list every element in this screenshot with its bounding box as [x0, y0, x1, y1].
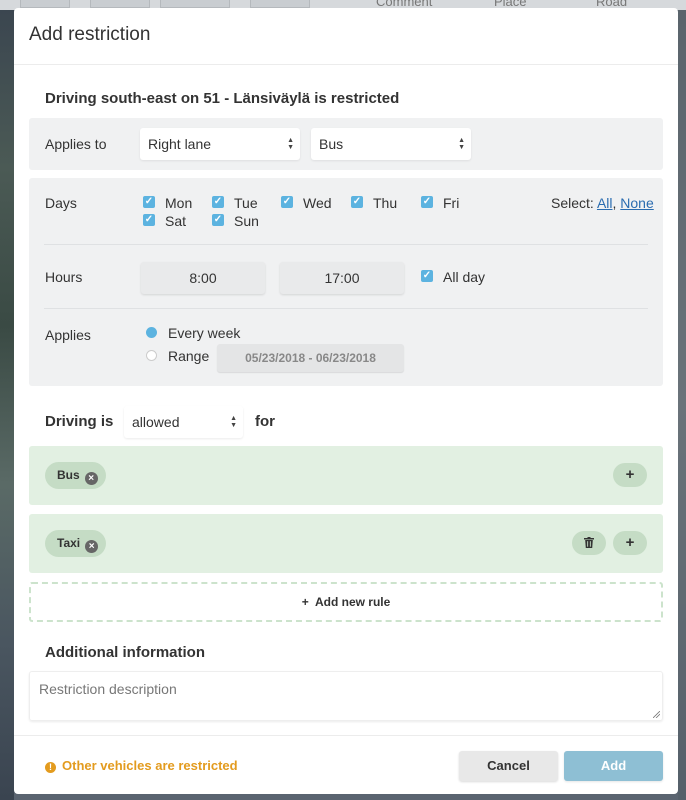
background-tab — [20, 0, 70, 8]
vehicle-tag: Taxi × — [45, 530, 107, 557]
day-checkbox-fri[interactable]: ✓ — [421, 196, 433, 208]
background-tab — [250, 0, 310, 8]
every-week-label: Every week — [168, 325, 241, 341]
days-label: Days — [45, 195, 77, 211]
driving-permission-value: allowed — [132, 414, 180, 430]
vehicle-select[interactable]: Bus ▲ ▼ — [311, 128, 471, 160]
trash-icon — [584, 537, 594, 548]
vehicle-select-value: Bus — [319, 136, 344, 152]
select-label: Select: — [551, 195, 594, 211]
vehicle-tag: Bus × — [45, 462, 106, 489]
dialog-title: Add restriction — [29, 24, 151, 45]
lane-select-value: Right lane — [148, 136, 212, 152]
background-map — [0, 10, 14, 800]
day-label-sun: Sun — [234, 213, 259, 229]
day-checkbox-mon[interactable]: ✓ — [143, 196, 155, 208]
select-days-shortcut: Select: All, None — [551, 195, 654, 211]
date-range-input[interactable]: 05/23/2018 - 06/23/2018 — [217, 344, 404, 372]
driving-permission-select[interactable]: allowed ▲ ▼ — [124, 406, 243, 438]
plus-icon: + — [301, 595, 309, 609]
cancel-button[interactable]: Cancel — [459, 751, 558, 781]
footer-divider — [14, 735, 678, 736]
hours-to-input[interactable]: 17:00 — [280, 262, 404, 294]
schedule-panel: Days ✓ Mon ✓ Tue ✓ Wed ✓ Thu ✓ Fri ✓ Sat… — [29, 178, 663, 386]
add-vehicle-button[interactable]: + — [613, 531, 647, 555]
vehicle-tag-label: Bus — [57, 468, 80, 482]
select-none-link[interactable]: None — [620, 195, 653, 211]
all-day-label: All day — [443, 269, 486, 285]
day-label-wed: Wed — [303, 195, 332, 211]
hours-from-input[interactable]: 8:00 — [141, 262, 265, 294]
warning-icon: ! — [45, 762, 56, 773]
add-new-rule-label: Add new rule — [314, 595, 391, 609]
applies-to-label: Applies to — [45, 136, 107, 152]
day-label-mon: Mon — [165, 195, 193, 211]
restriction-description-input[interactable]: Restriction description — [29, 671, 663, 721]
day-checkbox-thu[interactable]: ✓ — [351, 196, 363, 208]
day-checkbox-tue[interactable]: ✓ — [212, 196, 224, 208]
warning-text: Other vehicles are restricted — [62, 758, 238, 773]
vehicle-tag-label: Taxi — [57, 536, 81, 550]
select-arrows-icon: ▲ ▼ — [230, 415, 237, 429]
all-day-checkbox[interactable]: ✓ — [421, 270, 433, 282]
select-separator: , — [612, 195, 617, 211]
select-arrows-icon: ▲ ▼ — [287, 137, 294, 151]
day-checkbox-sat[interactable]: ✓ — [143, 214, 155, 226]
add-restriction-dialog: Add restriction Driving south-east on 51… — [14, 8, 678, 794]
remove-tag-icon[interactable]: × — [84, 472, 98, 485]
driving-is-label: Driving is — [45, 413, 114, 430]
separator — [44, 244, 648, 245]
hours-label: Hours — [45, 269, 83, 285]
resize-grip-icon[interactable] — [653, 711, 660, 718]
day-label-thu: Thu — [373, 195, 398, 211]
range-label: Range — [168, 348, 210, 364]
applies-to-panel: Applies to Right lane ▲ ▼ Bus ▲ ▼ — [29, 118, 663, 170]
range-radio[interactable] — [146, 350, 157, 361]
select-arrows-icon: ▲ ▼ — [458, 137, 465, 151]
driving-for-label: for — [255, 413, 275, 430]
lane-select[interactable]: Right lane ▲ ▼ — [140, 128, 300, 160]
header-divider — [14, 64, 678, 65]
background-map-edge — [678, 10, 686, 800]
add-new-rule-button[interactable]: + Add new rule — [29, 582, 663, 622]
restriction-subtitle: Driving south-east on 51 - Länsiväylä is… — [45, 90, 400, 107]
rule-row: Bus × + — [29, 446, 663, 505]
applies-label: Applies — [45, 327, 91, 343]
add-vehicle-button[interactable]: + — [613, 463, 647, 487]
rule-row: Taxi × + — [29, 514, 663, 573]
delete-rule-button[interactable] — [572, 531, 606, 555]
day-checkbox-wed[interactable]: ✓ — [281, 196, 293, 208]
add-button[interactable]: Add — [564, 751, 663, 781]
restriction-description-placeholder: Restriction description — [39, 681, 177, 697]
separator — [44, 308, 648, 309]
day-checkbox-sun[interactable]: ✓ — [212, 214, 224, 226]
additional-info-title: Additional information — [45, 644, 205, 661]
day-label-tue: Tue — [234, 195, 258, 211]
background-tab — [90, 0, 150, 8]
day-label-sat: Sat — [165, 213, 187, 229]
remove-tag-icon[interactable]: × — [85, 540, 99, 553]
select-all-link[interactable]: All — [597, 195, 613, 211]
day-label-fri: Fri — [443, 195, 460, 211]
every-week-radio[interactable] — [146, 327, 157, 338]
background-tab — [160, 0, 230, 8]
restriction-warning: ! Other vehicles are restricted — [45, 758, 238, 773]
